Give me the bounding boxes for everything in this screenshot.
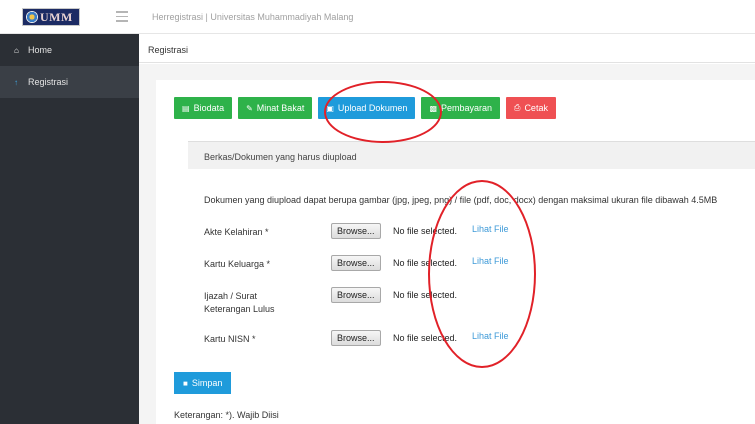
required-note: Keterangan: *). Wajib Diisi: [174, 410, 279, 420]
registration-tabs: ▤ Biodata ✎ Minat Bakat ▣ Upload Dokumen…: [174, 97, 562, 119]
save-icon: ■: [183, 378, 188, 388]
hamburger-menu-icon[interactable]: [116, 11, 128, 25]
sidebar: ⌂ Home ↑ Registrasi: [0, 34, 139, 424]
view-file-link[interactable]: Lihat File: [472, 256, 509, 266]
sidebar-item-registrasi[interactable]: ↑ Registrasi: [0, 66, 139, 98]
file-icon: ▣: [326, 103, 334, 113]
field-label: Kartu NISN *: [204, 334, 256, 344]
main-content: ▤ Biodata ✎ Minat Bakat ▣ Upload Dokumen…: [139, 64, 755, 424]
save-button[interactable]: ■ Simpan: [174, 372, 232, 394]
idcard-icon: ▤: [182, 103, 190, 113]
tab-label: Biodata: [193, 103, 225, 113]
file-status: No file selected.: [393, 258, 458, 268]
tab-cetak[interactable]: ⎙ Cetak: [506, 97, 556, 119]
arrow-up-icon: ↑: [14, 77, 18, 87]
save-label: Simpan: [191, 378, 223, 388]
browse-button[interactable]: Browse...: [331, 223, 381, 239]
file-status: No file selected.: [393, 226, 458, 236]
print-icon: ⎙: [514, 103, 521, 112]
section-title: Berkas/Dokumen yang harus diupload: [204, 152, 357, 162]
money-icon: ▩: [429, 103, 437, 113]
tab-label: Minat Bakat: [256, 103, 305, 113]
browse-button[interactable]: Browse...: [331, 287, 381, 303]
tab-label: Upload Dokumen: [337, 103, 408, 113]
browse-button[interactable]: Browse...: [331, 330, 381, 346]
tab-label: Cetak: [524, 103, 548, 113]
browse-button[interactable]: Browse...: [331, 255, 381, 271]
top-header: UMM Herregistrasi | Universitas Muhammad…: [0, 0, 755, 34]
sidebar-item-label: Home: [28, 45, 53, 55]
brand-text: UMM: [40, 9, 73, 24]
tab-minat-bakat[interactable]: ✎ Minat Bakat: [238, 97, 313, 119]
field-label: Ijazah / Surat Keterangan Lulus: [204, 291, 275, 314]
view-file-link[interactable]: Lihat File: [472, 331, 509, 341]
breadcrumb-current: Registrasi: [148, 45, 189, 55]
file-status: No file selected.: [393, 333, 458, 343]
app-title: Herregistrasi | Universitas Muhammadiyah…: [152, 12, 354, 22]
university-seal-icon: [26, 11, 38, 23]
field-label: Kartu Keluarga *: [204, 259, 271, 269]
tag-icon: ✎: [246, 103, 253, 113]
field-label: Akte Kelahiran *: [204, 227, 269, 237]
view-file-link[interactable]: Lihat File: [472, 224, 509, 234]
sidebar-item-home[interactable]: ⌂ Home: [0, 34, 139, 66]
breadcrumb: Registrasi: [139, 34, 755, 63]
registration-panel: ▤ Biodata ✎ Minat Bakat ▣ Upload Dokumen…: [156, 80, 755, 424]
section-header: Berkas/Dokumen yang harus diupload: [188, 141, 755, 169]
umm-logo[interactable]: UMM: [22, 8, 80, 26]
tab-upload-dokumen[interactable]: ▣ Upload Dokumen: [318, 97, 416, 119]
tab-label: Pembayaran: [441, 103, 493, 113]
file-status: No file selected.: [393, 290, 458, 300]
sidebar-item-label: Registrasi: [28, 77, 69, 87]
upload-note: Dokumen yang diupload dapat berupa gamba…: [204, 195, 718, 205]
home-icon: ⌂: [14, 45, 19, 55]
tab-biodata[interactable]: ▤ Biodata: [174, 97, 233, 119]
tab-pembayaran[interactable]: ▩ Pembayaran: [421, 97, 501, 119]
